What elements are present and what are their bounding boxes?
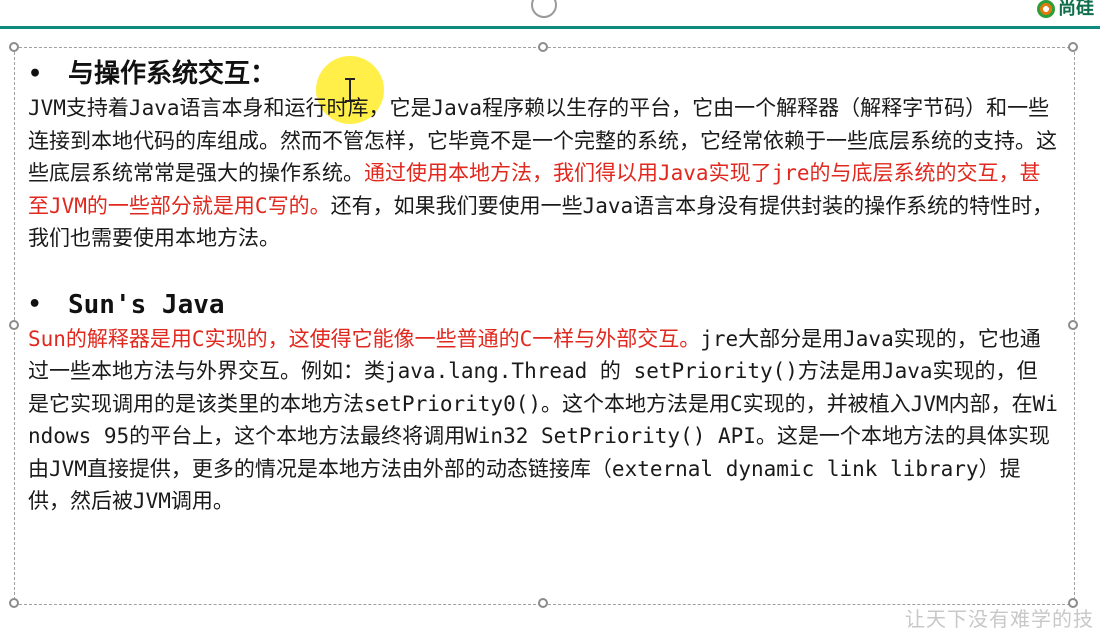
- section-heading-os-interaction: • 与操作系统交互：: [28, 56, 1058, 92]
- bullet-icon: •: [28, 61, 43, 87]
- brand-logo: 尚硅: [1037, 0, 1100, 18]
- bullet-icon: •: [28, 291, 42, 317]
- header-divider: [0, 26, 1100, 29]
- resize-handle-top-left[interactable]: [9, 42, 19, 52]
- logo-icon: [1037, 0, 1055, 18]
- resize-handle-bottom-left[interactable]: [9, 598, 19, 608]
- highlighted-text: Sun的解释器是用C实现的，这使得它能像一些普通的C一样与外部交互。: [28, 326, 701, 351]
- heading-text: Sun's Java: [68, 289, 225, 320]
- paragraph-text: jre大部分是用Java实现的，它也通过一些本地方法与外界交互。例如：类java…: [28, 326, 1058, 514]
- section-heading-suns-java: • Sun's Java: [28, 287, 1058, 323]
- paragraph-os-interaction: JVM支持着Java语言本身和运行时库，它是Java程序赖以生存的平台，它由一个…: [28, 92, 1058, 255]
- watermark-text: 让天下没有难学的技: [905, 607, 1094, 631]
- resize-handle-top-right[interactable]: [1068, 42, 1078, 52]
- logo-text: 尚硅: [1058, 0, 1094, 19]
- resize-handle-middle-right[interactable]: [1068, 320, 1078, 330]
- heading-text: 与操作系统交互：: [68, 59, 277, 89]
- resize-handle-bottom-center[interactable]: [538, 598, 548, 608]
- resize-handle-top-center[interactable]: [538, 42, 548, 52]
- resize-handle-middle-left[interactable]: [9, 320, 19, 330]
- paragraph-suns-java: Sun的解释器是用C实现的，这使得它能像一些普通的C一样与外部交互。jre大部分…: [28, 323, 1058, 518]
- slide-text-content[interactable]: • 与操作系统交互： JVM支持着Java语言本身和运行时库，它是Java程序赖…: [28, 56, 1058, 518]
